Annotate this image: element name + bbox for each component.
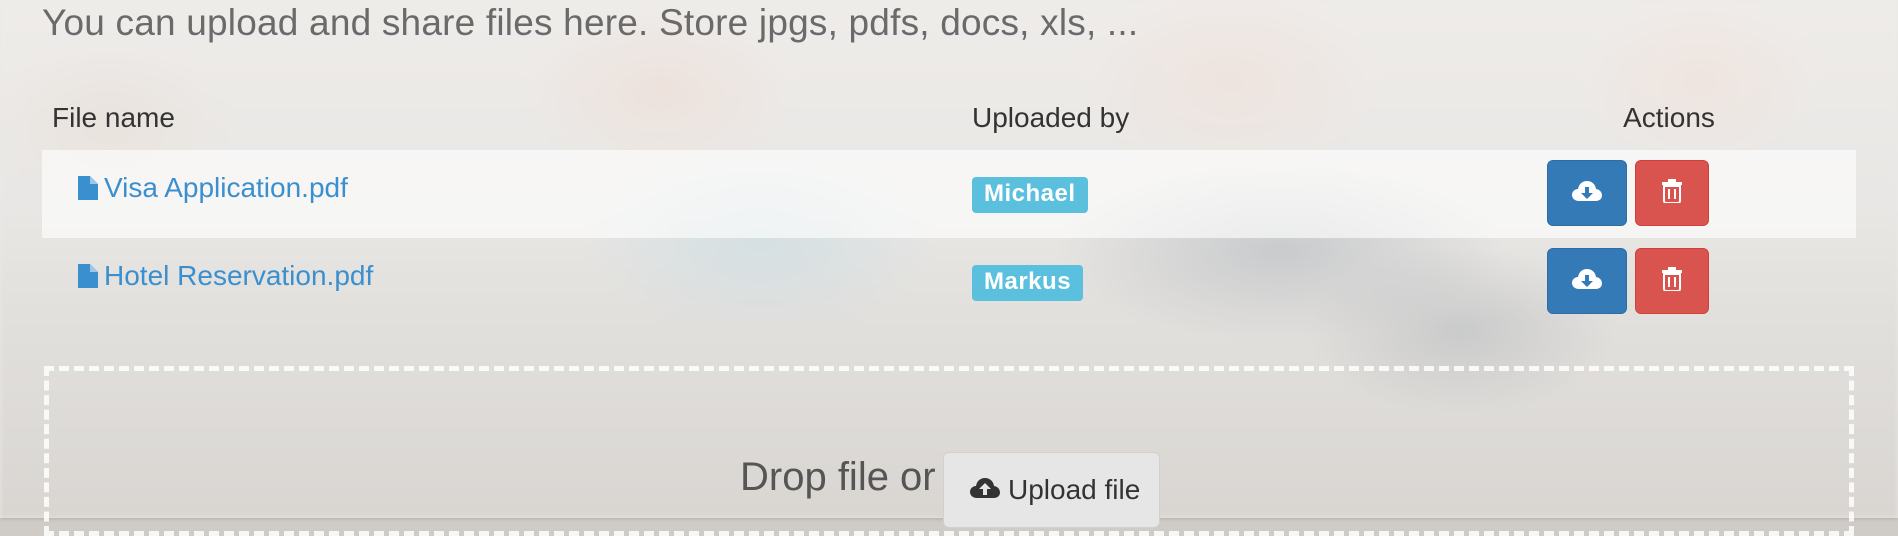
file-link[interactable]: Hotel Reservation.pdf <box>78 260 373 292</box>
upload-file-label: Upload file <box>1008 474 1141 505</box>
file-icon <box>78 176 98 200</box>
table-row: Hotel Reservation.pdf Markus <box>42 238 1856 326</box>
file-share-panel: You can upload and share files here. Sto… <box>0 0 1898 536</box>
trash-icon <box>1662 178 1682 208</box>
cloud-download-icon <box>1572 180 1602 207</box>
cloud-upload-icon <box>970 474 1008 506</box>
files-table: File name Uploaded by Actions Visa Appli… <box>42 92 1856 326</box>
delete-button[interactable] <box>1635 160 1709 226</box>
upload-file-button[interactable]: Upload file <box>943 452 1160 528</box>
file-name: Visa Application.pdf <box>104 172 348 203</box>
intro-text: You can upload and share files here. Sto… <box>42 2 1139 43</box>
file-icon <box>78 264 98 288</box>
uploader-badge: Michael <box>972 177 1088 213</box>
cloud-download-icon <box>1572 268 1602 295</box>
table-header: File name Uploaded by Actions <box>42 92 1856 150</box>
delete-button[interactable] <box>1635 248 1709 314</box>
trash-icon <box>1662 266 1682 296</box>
download-button[interactable] <box>1547 248 1627 314</box>
table-row: Visa Application.pdf Michael <box>42 150 1856 238</box>
file-link[interactable]: Visa Application.pdf <box>78 172 348 204</box>
column-header-uploaded-by: Uploaded by <box>972 102 1130 133</box>
dropzone-text: Drop file or <box>740 455 936 499</box>
file-name: Hotel Reservation.pdf <box>104 260 374 291</box>
column-header-file-name: File name <box>52 102 175 133</box>
download-button[interactable] <box>1547 160 1627 226</box>
column-header-actions: Actions <box>1623 102 1715 133</box>
uploader-badge: Markus <box>972 265 1084 301</box>
